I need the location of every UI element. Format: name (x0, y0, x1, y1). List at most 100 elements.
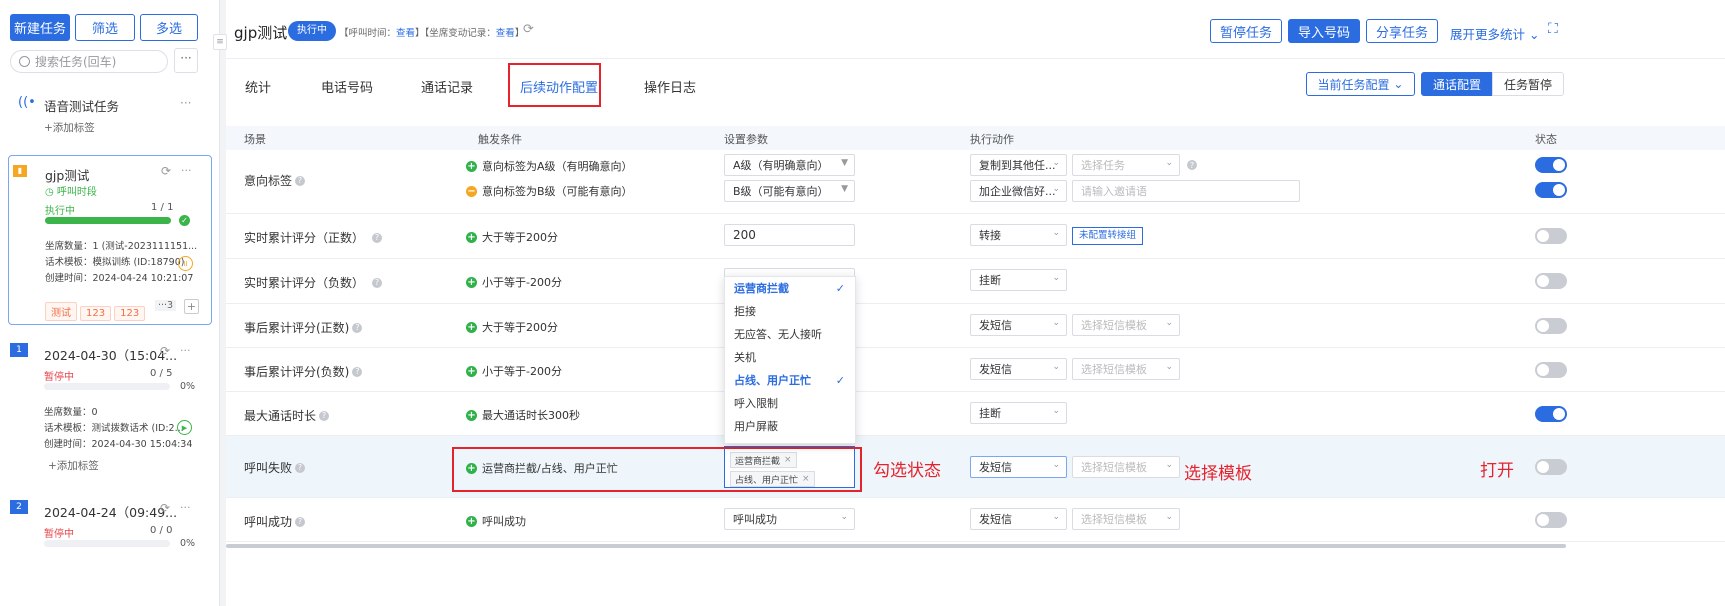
close-icon[interactable]: × (802, 474, 810, 484)
tab-operation-log[interactable]: 操作日志 (644, 77, 696, 96)
param-input[interactable]: 200 (724, 224, 855, 246)
dropdown-option[interactable]: 运营商拦截 (725, 277, 855, 300)
add-tag-link[interactable]: +添加标签 (48, 458, 99, 473)
action-select[interactable]: 复制到其他任... ⌄ (970, 154, 1067, 176)
status-toggle[interactable] (1535, 406, 1567, 422)
plus-icon[interactable]: + (466, 321, 477, 333)
refresh-icon[interactable]: ⟳ (523, 22, 534, 37)
help-icon[interactable]: ? (352, 366, 363, 377)
action-select[interactable]: 转接 ⌄ (970, 224, 1067, 246)
plus-icon[interactable]: + (466, 409, 477, 421)
tab-call-records[interactable]: 通话记录 (421, 77, 473, 96)
plus-icon[interactable]: + (466, 160, 477, 172)
invite-message-input[interactable]: 请输入邀请语 (1072, 180, 1300, 202)
param-select[interactable]: B级（可能有意向） ▼ (724, 180, 855, 202)
task-index: 1 (10, 343, 28, 357)
search-input[interactable]: 搜索任务(回车) (35, 53, 116, 70)
help-icon[interactable]: ? (372, 232, 383, 243)
dropdown-option[interactable]: 占线、用户正忙 (725, 369, 855, 392)
task-card-active[interactable]: ▮ gjp测试 ⟳ ··· ◷ 呼叫时段 执行中 1 / 1 ✓ 坐席数量：1 … (8, 155, 212, 325)
help-icon[interactable]: ? (295, 462, 306, 473)
action-select[interactable]: 发短信 ⌄ (970, 314, 1067, 336)
dropdown-option[interactable]: 呼入限制 (725, 392, 855, 415)
play-icon[interactable]: ▶ (177, 420, 192, 435)
pause-icon[interactable]: II (178, 256, 193, 271)
refresh-icon[interactable]: ⟳ (160, 344, 170, 358)
status-toggle[interactable] (1535, 157, 1567, 173)
status-toggle[interactable] (1535, 512, 1567, 528)
share-task-button[interactable]: 分享任务 (1366, 19, 1438, 43)
sms-template-select[interactable]: 选择短信模板 ⌄ (1072, 358, 1180, 380)
filter-button[interactable]: 筛选 (75, 14, 135, 41)
chevron-down-icon: ⌄ (1052, 184, 1060, 194)
help-icon[interactable]: ? (1187, 160, 1197, 170)
status-toggle[interactable] (1535, 318, 1567, 334)
status-toggle[interactable] (1535, 362, 1567, 378)
action-select[interactable]: 挂断 ⌄ (970, 269, 1067, 291)
plus-icon[interactable]: + (466, 276, 477, 288)
close-icon[interactable]: × (784, 455, 792, 465)
status-toggle[interactable] (1535, 459, 1567, 475)
help-icon[interactable]: ? (295, 175, 306, 186)
dropdown-option[interactable]: 用户屏蔽 (725, 415, 855, 438)
tab-phone-numbers[interactable]: 电话号码 (321, 77, 373, 96)
refresh-icon[interactable]: ⟳ (160, 501, 170, 515)
refresh-icon[interactable]: ⟳ (161, 164, 171, 178)
action-select[interactable]: 发短信 ⌄ (970, 456, 1067, 478)
voice-task-title[interactable]: 语音测试任务 (44, 96, 119, 115)
action-select[interactable]: 发短信 ⌄ (970, 508, 1067, 530)
search-box[interactable]: 搜索任务(回车) (10, 50, 168, 73)
task-card[interactable]: 1 2024-04-30（15:04... ⟳ ··· 暂停中 0 / 5 0%… (8, 340, 212, 480)
action-select[interactable]: 发短信 ⌄ (970, 358, 1067, 380)
fullscreen-icon[interactable]: ⛶ (1548, 21, 1558, 37)
collapse-sidebar-icon[interactable]: ≡ (213, 34, 227, 50)
voice-task-more-icon[interactable]: ··· (180, 96, 191, 110)
more-options-button[interactable]: ··· (174, 48, 198, 73)
help-icon[interactable]: ? (352, 322, 363, 333)
multi-select-button[interactable]: 多选 (140, 14, 198, 41)
task-pause-tab[interactable]: 任务暂停 (1492, 72, 1564, 96)
dropdown-option[interactable]: 拒接 (725, 300, 855, 323)
plus-icon[interactable]: + (466, 365, 477, 377)
view-call-time-link[interactable]: 查看 (396, 28, 415, 39)
minus-icon[interactable]: − (466, 185, 477, 197)
action-select[interactable]: 挂断 ⌄ (970, 402, 1067, 424)
help-icon[interactable]: ? (372, 277, 383, 288)
card-more-icon[interactable]: ··· (180, 501, 191, 514)
card-more-icon[interactable]: ··· (180, 344, 191, 357)
view-seat-change-link[interactable]: 查看 (496, 28, 515, 39)
import-number-button[interactable]: 导入号码 (1288, 19, 1360, 43)
action-select[interactable]: 加企业微信好... ⌄ (970, 180, 1067, 202)
current-config-dropdown[interactable]: 当前任务配置 ⌄ (1306, 72, 1415, 96)
sms-template-select[interactable]: 选择短信模板 ⌄ (1072, 508, 1180, 530)
add-tag-icon[interactable]: + (184, 299, 199, 314)
sms-template-select[interactable]: 选择短信模板 ⌄ (1072, 456, 1180, 478)
add-tag-link[interactable]: +添加标签 (44, 120, 95, 135)
task-select[interactable]: 选择任务 ⌄ (1072, 154, 1180, 176)
card-more-icon[interactable]: ··· (181, 164, 192, 177)
status-toggle[interactable] (1535, 273, 1567, 289)
task-card[interactable]: 2 2024-04-24（09:49... ⟳ ··· 暂停中 0 / 0 0% (8, 497, 212, 557)
horizontal-scrollbar[interactable] (226, 544, 1566, 548)
param-select[interactable]: A级（有明确意向） ▼ (724, 154, 855, 176)
sms-template-select[interactable]: 选择短信模板 ⌄ (1072, 314, 1180, 336)
plus-icon[interactable]: + (466, 462, 477, 474)
plus-icon[interactable]: + (466, 231, 477, 243)
status-toggle[interactable] (1535, 182, 1567, 198)
help-icon[interactable]: ? (319, 410, 330, 421)
dropdown-option[interactable]: 关机 (725, 346, 855, 369)
tab-stats[interactable]: 统计 (245, 77, 271, 96)
call-config-tab[interactable]: 通话配置 (1421, 72, 1493, 96)
param-select[interactable]: 呼叫成功 ⌄ (724, 508, 855, 530)
unconfigured-transfer-button[interactable]: 未配置转接组 (1072, 227, 1144, 245)
dropdown-option[interactable]: 无应答、无人接听 (725, 323, 855, 346)
help-icon[interactable]: ? (295, 516, 306, 527)
plus-icon[interactable]: + (466, 515, 477, 527)
new-task-button[interactable]: 新建任务 (10, 14, 70, 41)
tab-follow-up-actions[interactable]: 后续动作配置 (520, 77, 598, 96)
pause-task-button[interactable]: 暂停任务 (1210, 19, 1282, 43)
expand-stats-link[interactable]: 展开更多统计 ⌄ (1450, 24, 1539, 43)
multi-select-field[interactable]: 运营商拦截 × 占线、用户正忙 × (724, 446, 855, 488)
more-tags[interactable]: ···3 (155, 300, 177, 311)
status-toggle[interactable] (1535, 228, 1567, 244)
